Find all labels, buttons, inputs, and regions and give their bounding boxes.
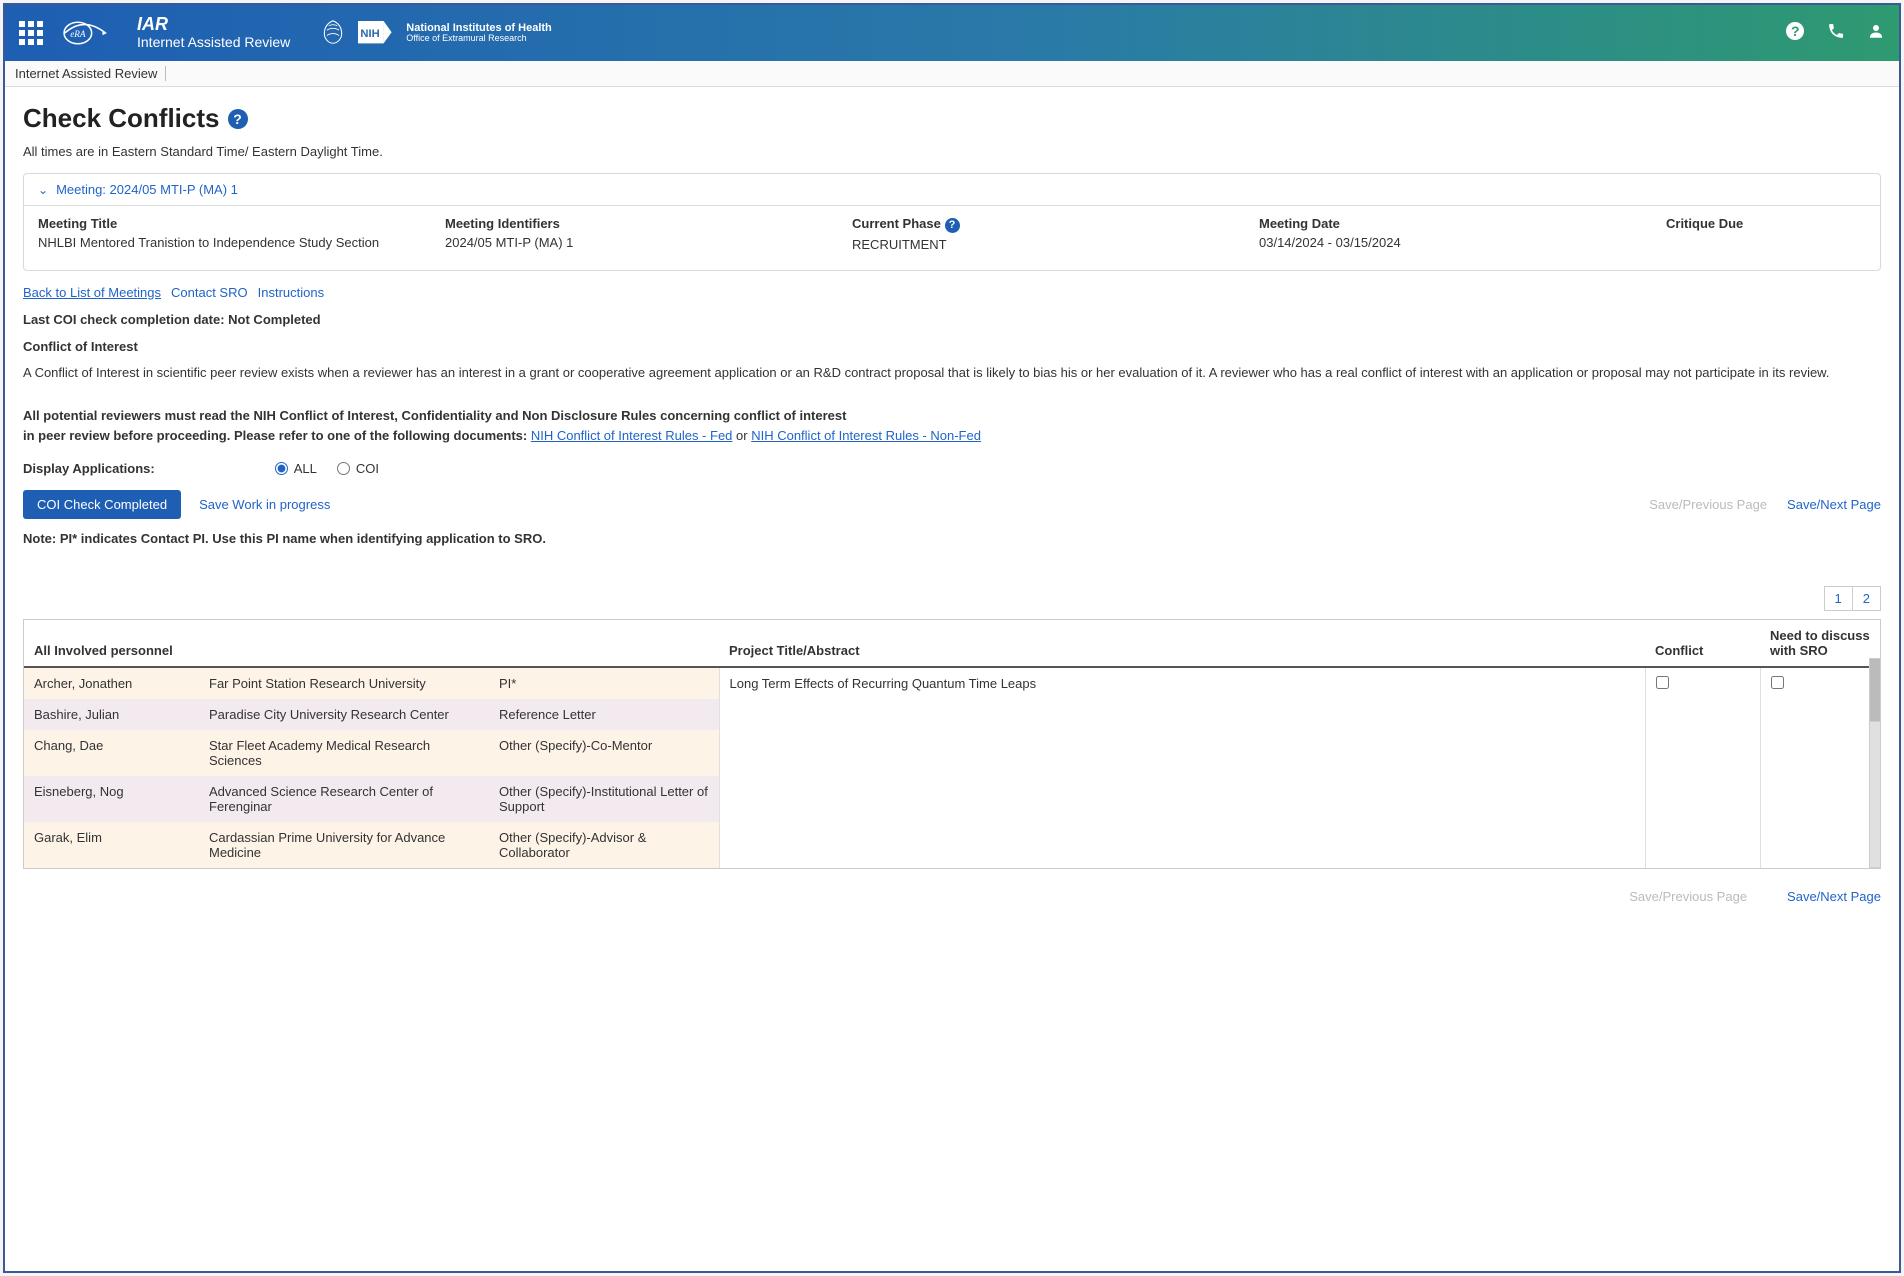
contact-sro-link[interactable]: Contact SRO <box>171 285 248 300</box>
th-personnel: All Involved personnel <box>24 620 719 667</box>
breadcrumb: Internet Assisted Review <box>5 61 1899 87</box>
main-content: Check Conflicts ? All times are in Easte… <box>5 87 1899 1271</box>
meeting-date-label: Meeting Date <box>1259 216 1666 231</box>
page-title: Check Conflicts <box>23 103 220 134</box>
instructions-link[interactable]: Instructions <box>258 285 324 300</box>
meeting-phase-label: Current Phase ? <box>852 216 1259 233</box>
pi-note: Note: PI* indicates Contact PI. Use this… <box>23 531 1881 546</box>
coi-rules-block: All potential reviewers must read the NI… <box>23 406 1881 445</box>
cell-name: Eisneberg, Nog <box>24 776 199 822</box>
svg-text:?: ? <box>1791 23 1800 39</box>
table-row: Archer, Jonathen Far Point Station Resea… <box>24 667 1880 699</box>
page-1[interactable]: 1 <box>1824 586 1853 611</box>
conflict-checkbox[interactable] <box>1656 676 1669 689</box>
chevron-down-icon: ⌄ <box>38 183 48 197</box>
applications-table-wrap: All Involved personnel Project Title/Abs… <box>23 619 1881 869</box>
help-icon[interactable]: ? <box>1785 21 1805 46</box>
footer-save-next-link[interactable]: Save/Next Page <box>1787 889 1881 904</box>
cell-role: PI* <box>489 667 719 699</box>
cell-name: Garak, Elim <box>24 822 199 868</box>
app-header: eRA IAR Internet Assisted Review NIH Nat… <box>5 5 1899 61</box>
th-project: Project Title/Abstract <box>719 620 1645 667</box>
page-help-icon[interactable]: ? <box>228 109 248 129</box>
cell-role: Other (Specify)-Advisor & Collaborator <box>489 822 719 868</box>
radio-all[interactable]: ALL <box>275 461 317 476</box>
th-sro: Need to discuss with SRO <box>1760 620 1880 667</box>
meeting-phase-value: RECRUITMENT <box>852 237 1259 252</box>
nih-logo-block: NIH National Institutes of Health Office… <box>358 20 551 46</box>
cell-inst: Cardassian Prime University for Advance … <box>199 822 489 868</box>
phase-help-icon[interactable]: ? <box>945 218 960 233</box>
th-conflict: Conflict <box>1645 620 1760 667</box>
timezone-note: All times are in Eastern Standard Time/ … <box>23 144 1881 159</box>
svg-text:NIH: NIH <box>361 28 380 40</box>
cell-sro <box>1760 667 1880 868</box>
cell-name: Archer, Jonathen <box>24 667 199 699</box>
critique-due-label: Critique Due <box>1666 216 1866 231</box>
last-coi-check: Last COI check completion date: Not Comp… <box>23 312 1881 327</box>
radio-all-input[interactable] <box>275 462 288 475</box>
app-title: IAR Internet Assisted Review <box>137 15 290 50</box>
cell-name: Chang, Dae <box>24 730 199 776</box>
breadcrumb-item[interactable]: Internet Assisted Review <box>15 66 166 81</box>
cell-conflict <box>1645 667 1760 868</box>
page-2[interactable]: 2 <box>1853 586 1881 611</box>
footer-save-prev-disabled: Save/Previous Page <box>1629 889 1747 904</box>
cell-inst: Paradise City University Research Center <box>199 699 489 730</box>
back-to-meetings-link[interactable]: Back to List of Meetings <box>23 285 161 300</box>
display-apps-label: Display Applications: <box>23 461 155 476</box>
applications-table: All Involved personnel Project Title/Abs… <box>24 620 1880 868</box>
meeting-toggle-label: Meeting: 2024/05 MTI-P (MA) 1 <box>56 182 238 197</box>
svg-text:eRA: eRA <box>70 29 86 39</box>
meeting-identifiers-label: Meeting Identifiers <box>445 216 852 231</box>
coi-description: A Conflict of Interest in scientific pee… <box>23 364 1881 383</box>
save-wip-button[interactable]: Save Work in progress <box>199 497 330 512</box>
user-icon[interactable] <box>1867 22 1885 45</box>
meeting-title-label: Meeting Title <box>38 216 445 231</box>
cell-inst: Far Point Station Research University <box>199 667 489 699</box>
app-full: Internet Assisted Review <box>137 35 290 50</box>
hhs-logo-icon <box>320 19 346 48</box>
cell-role: Other (Specify)-Institutional Letter of … <box>489 776 719 822</box>
cell-name: Bashire, Julian <box>24 699 199 730</box>
sro-discuss-checkbox[interactable] <box>1771 676 1784 689</box>
phone-icon[interactable] <box>1827 22 1845 45</box>
meeting-title-value: NHLBI Mentored Tranistion to Independenc… <box>38 235 445 250</box>
cell-role: Reference Letter <box>489 699 719 730</box>
save-next-link[interactable]: Save/Next Page <box>1787 497 1881 512</box>
meeting-date-value: 03/14/2024 - 03/15/2024 <box>1259 235 1666 250</box>
meeting-panel-toggle[interactable]: ⌄ Meeting: 2024/05 MTI-P (MA) 1 <box>24 174 1880 205</box>
cell-inst: Star Fleet Academy Medical Research Scie… <box>199 730 489 776</box>
radio-coi-input[interactable] <box>337 462 350 475</box>
cell-project: Long Term Effects of Recurring Quantum T… <box>719 667 1645 868</box>
meeting-identifiers-value: 2024/05 MTI-P (MA) 1 <box>445 235 852 250</box>
pagination: 1 2 <box>23 586 1881 611</box>
coi-rules-fed-link[interactable]: NIH Conflict of Interest Rules - Fed <box>531 428 733 443</box>
coi-heading: Conflict of Interest <box>23 339 1881 354</box>
nih-logo-icon: NIH <box>358 20 398 46</box>
coi-check-completed-button[interactable]: COI Check Completed <box>23 490 181 519</box>
app-abbrev: IAR <box>137 15 290 35</box>
radio-coi[interactable]: COI <box>337 461 379 476</box>
save-prev-disabled: Save/Previous Page <box>1649 497 1767 512</box>
coi-rules-nonfed-link[interactable]: NIH Conflict of Interest Rules - Non-Fed <box>751 428 981 443</box>
apps-grid-icon[interactable] <box>19 21 43 45</box>
nih-line2: Office of Extramural Research <box>406 34 551 44</box>
table-scrollbar[interactable] <box>1869 658 1881 868</box>
era-logo: eRA <box>61 17 107 49</box>
cell-role: Other (Specify)-Co-Mentor <box>489 730 719 776</box>
cell-inst: Advanced Science Research Center of Fere… <box>199 776 489 822</box>
meeting-panel: ⌄ Meeting: 2024/05 MTI-P (MA) 1 Meeting … <box>23 173 1881 271</box>
